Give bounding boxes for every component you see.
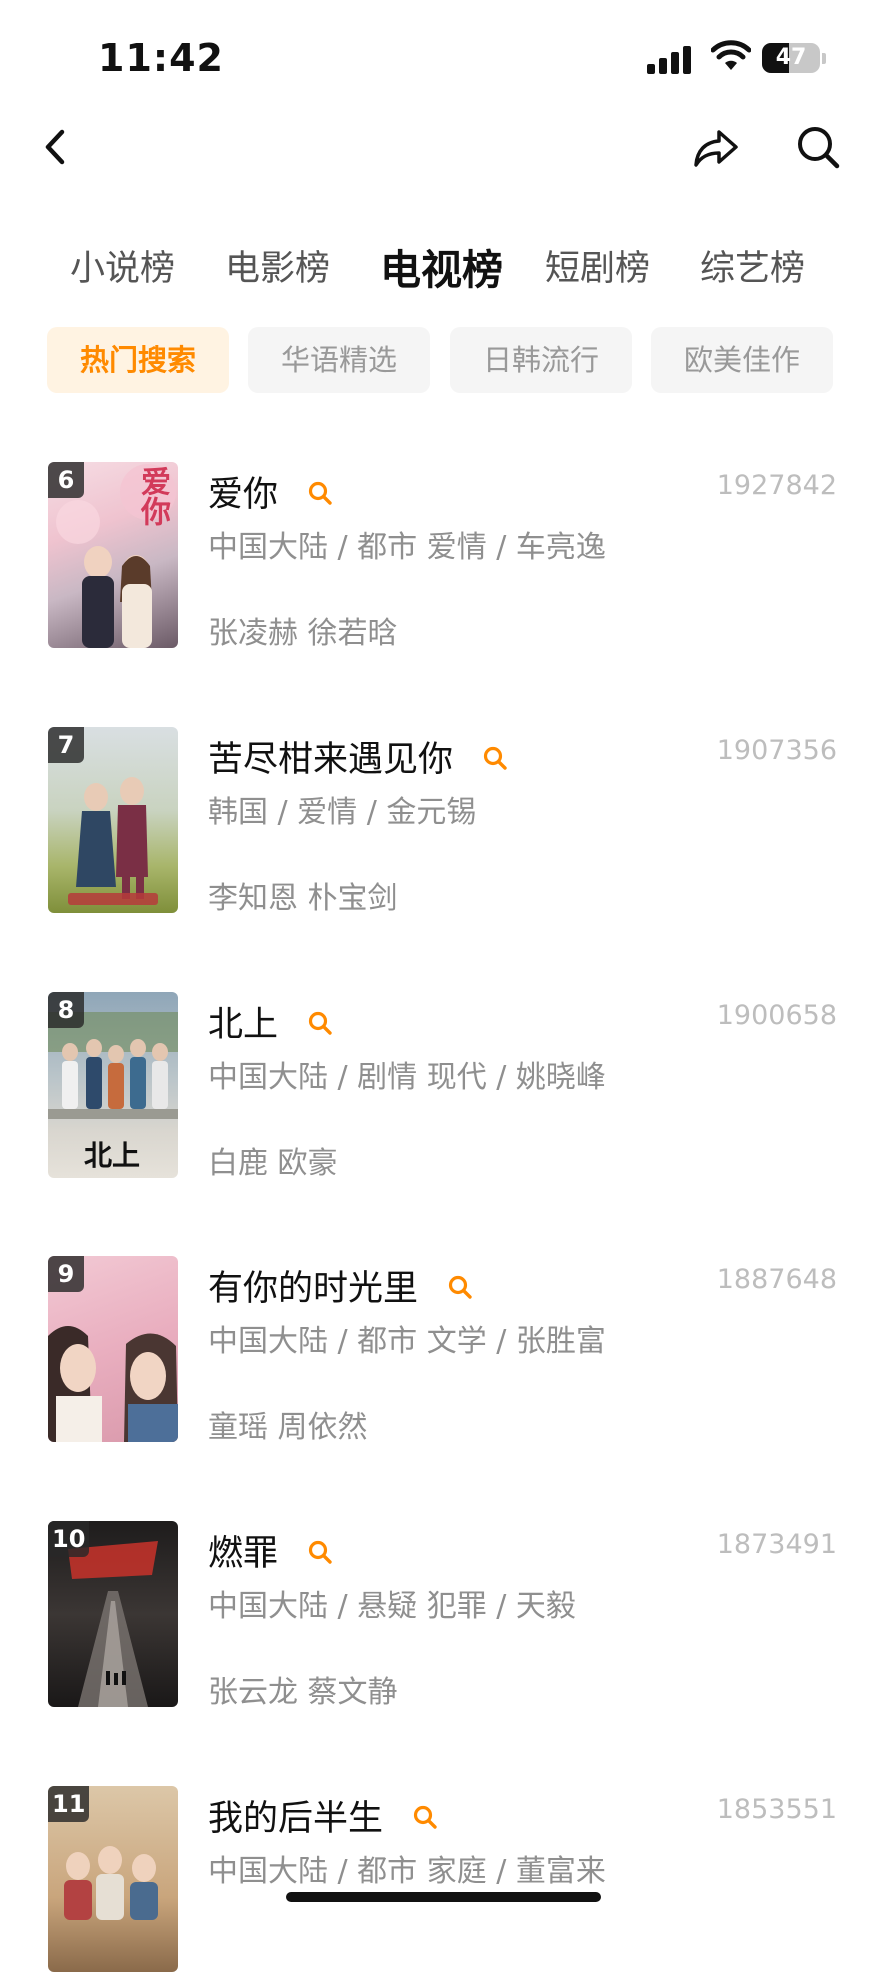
item-meta: 中国大陆 / 都市 爱情 / 车亮逸 bbox=[208, 530, 606, 565]
poster-title-text: 爱你 bbox=[135, 466, 170, 526]
tab-movie[interactable]: 电影榜 bbox=[225, 240, 330, 291]
chip-western-best[interactable]: 欧美佳作 bbox=[651, 327, 833, 393]
item-score: 1873491 bbox=[716, 1529, 837, 1560]
list-item[interactable]: 11 我的后半生 中国大陆 / 都市 家庭 / 董富来 1853551 bbox=[0, 1786, 887, 1986]
battery-icon: 47 bbox=[762, 43, 820, 73]
poster-image: 11 bbox=[48, 1786, 178, 1972]
item-cast: 张凌赫 徐若晗 bbox=[208, 616, 398, 651]
item-meta: 中国大陆 / 都市 文学 / 张胜富 bbox=[208, 1324, 606, 1359]
item-title-text: 有你的时光里 bbox=[208, 1269, 419, 1309]
poster-title-text: 北上 bbox=[84, 1139, 141, 1172]
rank-badge: 6 bbox=[48, 462, 84, 498]
item-title: 燃罪 bbox=[208, 1525, 333, 1576]
home-indicator[interactable] bbox=[286, 1892, 601, 1902]
status-bar: 11:42 47 bbox=[0, 0, 887, 110]
item-cast: 张云龙 蔡文静 bbox=[208, 1675, 398, 1710]
ranking-tabs: 小说榜 电影榜 电视榜 短剧榜 综艺榜 bbox=[0, 240, 887, 300]
search-icon[interactable] bbox=[307, 1010, 333, 1036]
item-meta: 中国大陆 / 悬疑 犯罪 / 天毅 bbox=[208, 1589, 576, 1624]
poster-image: 爱你 6 bbox=[48, 462, 178, 648]
item-title-text: 燃罪 bbox=[208, 1534, 279, 1574]
item-cast: 白鹿 欧豪 bbox=[208, 1146, 338, 1181]
poster-image: 9 bbox=[48, 1256, 178, 1442]
chip-jp-kr-popular[interactable]: 日韩流行 bbox=[450, 327, 632, 393]
search-icon[interactable] bbox=[307, 480, 333, 506]
rank-badge: 11 bbox=[48, 1786, 90, 1822]
status-time: 11:42 bbox=[98, 36, 224, 80]
chip-chinese-picks[interactable]: 华语精选 bbox=[248, 327, 430, 393]
item-title: 苦尽柑来遇见你 bbox=[208, 731, 508, 782]
item-score: 1853551 bbox=[716, 1794, 837, 1825]
search-icon[interactable] bbox=[794, 122, 844, 172]
chip-hot-search[interactable]: 热门搜索 bbox=[47, 327, 229, 393]
item-score: 1927842 bbox=[716, 470, 837, 501]
item-title: 爱你 bbox=[208, 466, 333, 517]
item-title: 北上 bbox=[208, 996, 333, 1047]
item-title-text: 爱你 bbox=[208, 475, 279, 515]
rank-badge: 7 bbox=[48, 727, 84, 763]
item-title-text: 我的后半生 bbox=[208, 1799, 384, 1839]
share-icon[interactable] bbox=[690, 122, 742, 172]
item-meta: 韩国 / 爱情 / 金元锡 bbox=[208, 795, 477, 830]
battery-level: 47 bbox=[775, 45, 807, 70]
search-icon[interactable] bbox=[447, 1274, 473, 1300]
item-meta: 中国大陆 / 都市 家庭 / 董富来 bbox=[208, 1854, 606, 1889]
item-cast: 童瑶 周依然 bbox=[208, 1410, 368, 1445]
item-cast: 李知恩 朴宝剑 bbox=[208, 881, 398, 916]
list-item[interactable]: 爱你 6 爱你 中国大陆 / 都市 爱情 / 车亮逸 张凌赫 徐若晗 19278… bbox=[0, 462, 887, 662]
item-score: 1900658 bbox=[716, 1000, 837, 1031]
cellular-signal-icon bbox=[647, 44, 693, 74]
rank-badge: 8 bbox=[48, 992, 84, 1028]
item-score: 1887648 bbox=[716, 1264, 837, 1295]
back-icon[interactable] bbox=[36, 122, 76, 172]
item-title-text: 苦尽柑来遇见你 bbox=[208, 740, 454, 780]
list-item[interactable]: 9 有你的时光里 中国大陆 / 都市 文学 / 张胜富 童瑶 周依然 18876… bbox=[0, 1256, 887, 1456]
tab-variety[interactable]: 综艺榜 bbox=[700, 240, 805, 291]
list-item[interactable]: 10 燃罪 中国大陆 / 悬疑 犯罪 / 天毅 张云龙 蔡文静 1873491 bbox=[0, 1521, 887, 1721]
poster-image: 北上 8 bbox=[48, 992, 178, 1178]
poster-image: 10 bbox=[48, 1521, 178, 1707]
tab-tv[interactable]: 电视榜 bbox=[380, 236, 503, 296]
rank-badge: 10 bbox=[48, 1521, 90, 1557]
list-item[interactable]: 北上 8 北上 中国大陆 / 剧情 现代 / 姚晓峰 白鹿 欧豪 1900658 bbox=[0, 992, 887, 1192]
rank-badge: 9 bbox=[48, 1256, 84, 1292]
tab-novel[interactable]: 小说榜 bbox=[70, 240, 175, 291]
item-meta: 中国大陆 / 剧情 现代 / 姚晓峰 bbox=[208, 1060, 606, 1095]
tab-short-drama[interactable]: 短剧榜 bbox=[545, 240, 650, 291]
wifi-icon bbox=[711, 40, 751, 70]
battery-cap bbox=[822, 53, 826, 64]
search-icon[interactable] bbox=[412, 1804, 438, 1830]
item-title-text: 北上 bbox=[208, 1005, 279, 1045]
poster-image: 7 bbox=[48, 727, 178, 913]
item-title: 我的后半生 bbox=[208, 1790, 438, 1841]
list-item[interactable]: 7 苦尽柑来遇见你 韩国 / 爱情 / 金元锡 李知恩 朴宝剑 1907356 bbox=[0, 727, 887, 927]
search-icon[interactable] bbox=[307, 1539, 333, 1565]
item-title: 有你的时光里 bbox=[208, 1260, 473, 1311]
search-icon[interactable] bbox=[482, 745, 508, 771]
item-score: 1907356 bbox=[716, 735, 837, 766]
